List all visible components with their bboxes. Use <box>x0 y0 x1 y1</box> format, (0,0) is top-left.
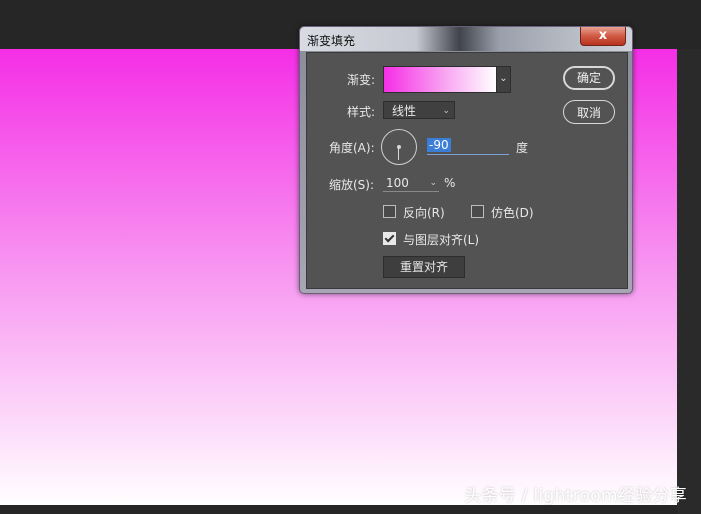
angle-label: 角度(A): <box>329 141 375 155</box>
chevron-down-icon: ⌄ <box>429 178 437 188</box>
watermark-text: 头条号 / lightroom经验分享 <box>464 486 687 506</box>
align-with-layer-checkbox[interactable] <box>383 232 396 245</box>
workspace-right-strip <box>677 49 701 514</box>
angle-input-value: -90 <box>427 138 451 152</box>
scale-input[interactable]: 100 ⌄ <box>383 174 439 192</box>
close-icon: x <box>598 28 608 43</box>
gradient-fill-dialog: 渐变填充 x 渐变: ⌄ 样式: 线性 ⌄ 角度(A): -90 度 缩放(S)… <box>299 26 633 294</box>
chevron-down-icon: ⌄ <box>442 106 450 116</box>
angle-unit: 度 <box>516 141 529 155</box>
dither-label: 仿色(D) <box>491 206 534 220</box>
dither-checkbox[interactable] <box>471 205 484 218</box>
style-select[interactable]: 线性 ⌄ <box>383 101 455 119</box>
reverse-label: 反向(R) <box>403 206 445 220</box>
gradient-swatch[interactable] <box>383 66 497 93</box>
close-button[interactable]: x <box>580 27 626 46</box>
dialog-body: 渐变: ⌄ 样式: 线性 ⌄ 角度(A): -90 度 缩放(S): 100 ⌄… <box>306 52 628 289</box>
scale-label: 缩放(S): <box>329 178 375 192</box>
gradient-picker-button[interactable]: ⌄ <box>496 66 511 93</box>
align-with-layer-label: 与图层对齐(L) <box>403 233 480 247</box>
angle-input[interactable]: -90 <box>427 136 509 155</box>
angle-dial-needle <box>398 147 399 160</box>
chevron-down-icon: ⌄ <box>499 73 508 84</box>
ok-button[interactable]: 确定 <box>563 66 615 90</box>
dialog-title: 渐变填充 <box>307 34 356 48</box>
angle-dial[interactable] <box>381 129 417 165</box>
style-label: 样式: <box>347 105 376 119</box>
gradient-label: 渐变: <box>347 73 376 87</box>
scale-unit: % <box>444 176 456 190</box>
scale-input-value: 100 <box>386 176 409 190</box>
cancel-button[interactable]: 取消 <box>563 100 615 124</box>
reverse-checkbox[interactable] <box>383 205 396 218</box>
style-select-value: 线性 <box>392 104 417 118</box>
reset-align-button[interactable]: 重置对齐 <box>383 256 465 278</box>
dialog-titlebar[interactable]: 渐变填充 x <box>300 27 632 51</box>
